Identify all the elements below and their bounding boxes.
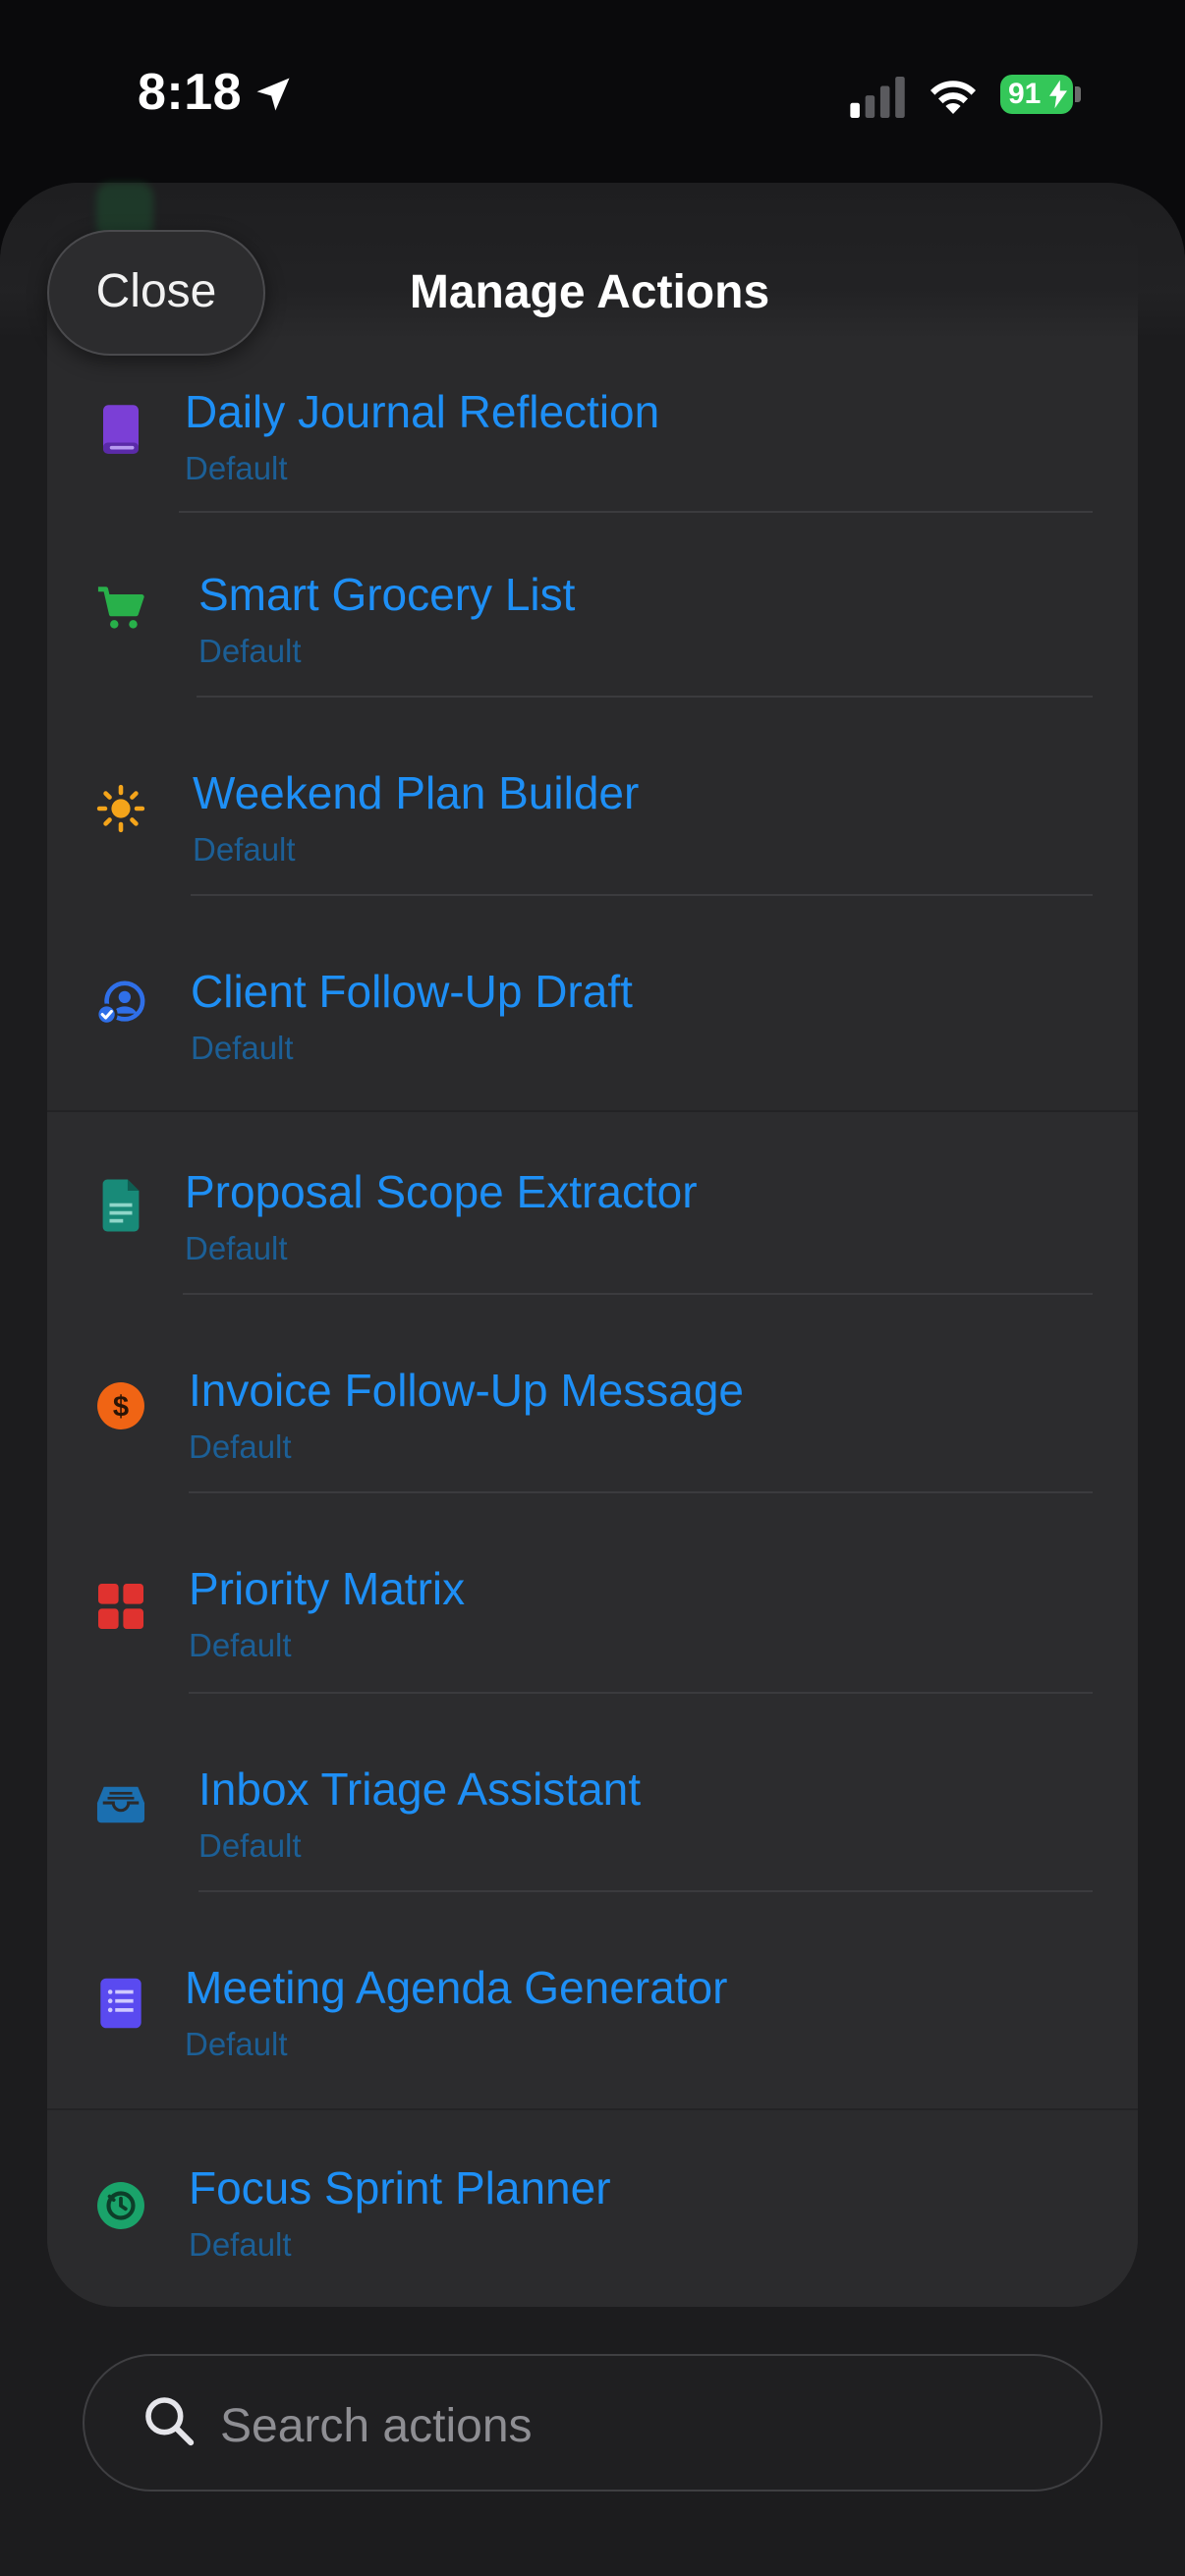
row-separator (189, 1491, 1093, 1493)
wifi-icon (931, 81, 976, 114)
location-arrow-icon (256, 78, 290, 111)
action-row-invoice-follow-up[interactable]: $ Invoice Follow-Up Message Default (47, 1309, 1138, 1508)
document-icon (96, 1179, 145, 1232)
action-subtitle: Default (189, 2226, 292, 2263)
action-subtitle: Default (198, 633, 302, 669)
row-separator (189, 1692, 1093, 1694)
sun-icon (96, 784, 145, 833)
grid-icon (96, 1582, 145, 1631)
book-icon (96, 405, 145, 454)
action-subtitle: Default (185, 1230, 288, 1266)
action-title: Priority Matrix (189, 1563, 466, 1614)
battery-level: 91 (1008, 78, 1042, 110)
action-title: Client Follow-Up Draft (191, 966, 633, 1017)
action-subtitle: Default (189, 1627, 292, 1663)
action-title: Weekend Plan Builder (193, 767, 640, 818)
action-row-proposal-scope[interactable]: Proposal Scope Extractor Default (47, 1110, 1138, 1310)
action-row-meeting-agenda[interactable]: Meeting Agenda Generator Default (47, 1906, 1138, 2105)
action-row-daily-journal[interactable]: Daily Journal Reflection Default (47, 330, 1138, 530)
action-row-weekend-plan[interactable]: Weekend Plan Builder Default (47, 711, 1138, 911)
action-title: Invoice Follow-Up Message (189, 1365, 745, 1416)
action-row-priority-matrix[interactable]: Priority Matrix Default (47, 1507, 1138, 1707)
list-icon (96, 1978, 145, 2029)
action-subtitle: Default (193, 831, 296, 868)
timer-icon (96, 2181, 145, 2230)
battery-indicator: 91 (1000, 75, 1073, 114)
search-bar[interactable]: Search actions (83, 2354, 1102, 2492)
actions-list: Daily Journal Reflection Default Smart G… (47, 183, 1138, 2307)
search-icon (145, 2397, 195, 2446)
charging-bolt-icon (1049, 80, 1067, 109)
row-separator (198, 1890, 1093, 1892)
action-subtitle: Default (185, 2026, 288, 2062)
action-title: Daily Journal Reflection (185, 386, 660, 437)
status-time: 8:18 (138, 64, 243, 121)
row-separator (183, 1293, 1093, 1295)
cart-icon (96, 584, 145, 633)
search-input[interactable]: Search actions (220, 2399, 533, 2453)
close-button[interactable]: Close (47, 230, 265, 356)
action-title: Meeting Agenda Generator (185, 1962, 728, 2013)
action-title: Smart Grocery List (198, 569, 576, 620)
action-title: Focus Sprint Planner (189, 2162, 611, 2213)
battery-cap (1075, 86, 1081, 102)
action-row-inbox-triage[interactable]: Inbox Triage Assistant Default (47, 1708, 1138, 1907)
action-title: Inbox Triage Assistant (198, 1764, 642, 1815)
person-check-icon (96, 979, 145, 1028)
action-row-client-follow-up[interactable]: Client Follow-Up Draft Default (47, 910, 1138, 1109)
svg-text:$: $ (113, 1391, 129, 1423)
action-subtitle: Default (185, 450, 288, 486)
action-subtitle: Default (189, 1428, 292, 1465)
action-row-focus-sprint[interactable]: Focus Sprint Planner Default (47, 2108, 1138, 2307)
action-subtitle: Default (198, 1827, 302, 1864)
action-title: Proposal Scope Extractor (185, 1166, 698, 1217)
cellular-signal-icon (850, 77, 905, 118)
dollar-icon: $ (96, 1381, 145, 1430)
inbox-icon (96, 1780, 145, 1829)
action-subtitle: Default (191, 1030, 294, 1066)
action-row-smart-grocery[interactable]: Smart Grocery List Default (47, 513, 1138, 712)
row-separator (197, 696, 1093, 698)
row-separator (191, 894, 1093, 896)
status-bar: 8:18 91 (0, 0, 1185, 187)
